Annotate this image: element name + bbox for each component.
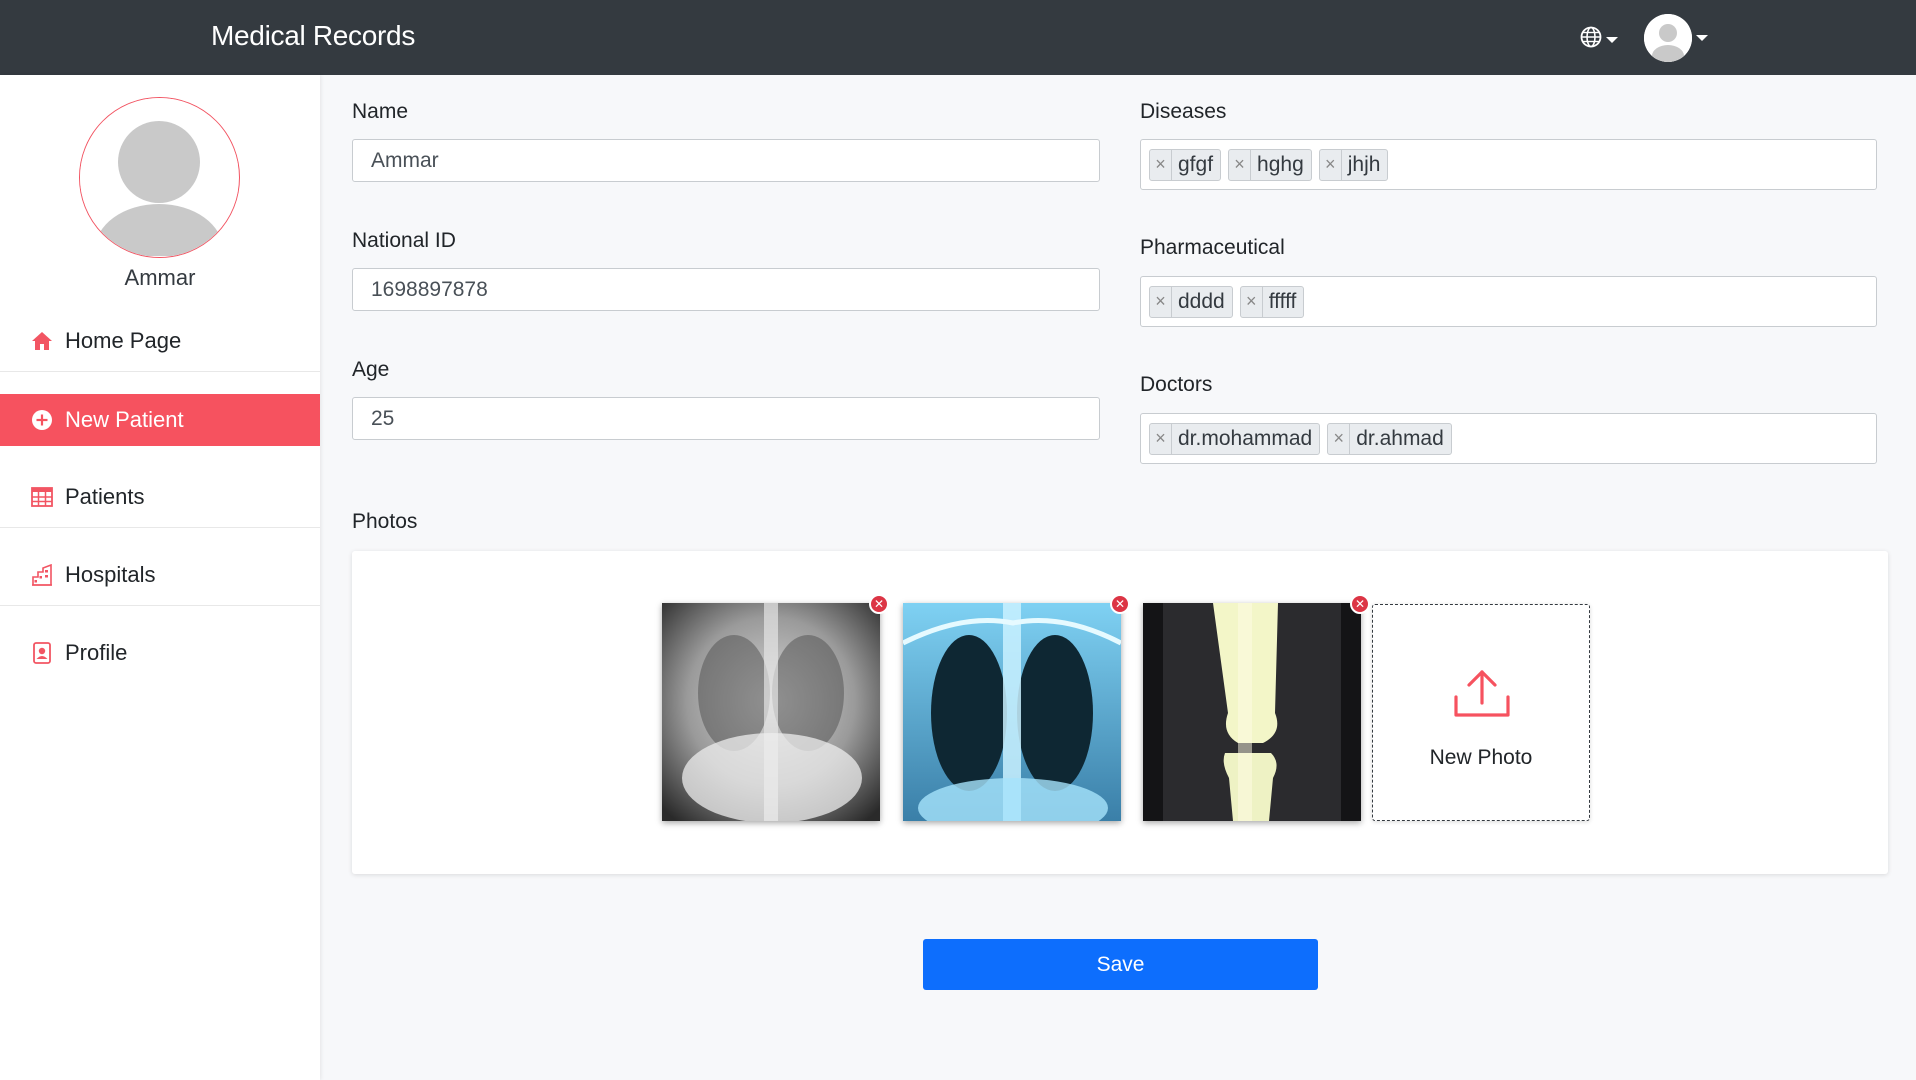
age-label: Age [352, 358, 390, 381]
sidebar-item-label: Home Page [65, 327, 182, 353]
age-value: 25 [371, 406, 395, 430]
remove-photo-icon[interactable]: ✕ [1110, 594, 1130, 614]
doctor-tag: × dr.ahmad [1327, 422, 1452, 455]
upload-icon [1454, 670, 1510, 717]
sidebar-item-label: Patients [65, 483, 145, 509]
photo-thumbnail[interactable]: ✕ [903, 594, 1130, 821]
disease-tag: × gfgf [1149, 148, 1222, 181]
language-dropdown[interactable] [1580, 26, 1618, 53]
diseases-tag-input[interactable]: × gfgf × hghg × jhjh [1140, 139, 1877, 190]
knee-xray-image [1143, 603, 1361, 821]
profile-avatar [79, 97, 240, 258]
profile-badge-icon [30, 641, 54, 665]
app-brand[interactable]: Medical Records [211, 20, 415, 52]
new-photo-label: New Photo [1429, 746, 1533, 769]
user-avatar [1644, 14, 1692, 62]
new-photo-upload[interactable]: New Photo [1372, 604, 1590, 821]
close-icon[interactable]: × [1150, 423, 1172, 454]
photo-thumbnail[interactable]: ✕ [1143, 594, 1370, 821]
national-id-input[interactable]: 1698897878 [352, 268, 1100, 311]
national-id-value: 1698897878 [371, 277, 488, 301]
remove-photo-icon[interactable]: ✕ [1350, 594, 1370, 614]
photo-thumbnail[interactable]: ✕ [662, 594, 889, 821]
close-icon[interactable]: × [1229, 149, 1252, 180]
disease-tag: × hghg [1228, 148, 1312, 181]
sidebar-item-hospitals[interactable]: Hospitals [0, 544, 320, 606]
name-value: Ammar [371, 148, 439, 172]
sidebar-item-label: Hospitals [65, 561, 156, 587]
doctors-label: Doctors [1140, 373, 1213, 396]
pharmaceutical-tag: × dddd [1149, 285, 1233, 318]
sidebar-item-home-page[interactable]: Home Page [0, 310, 320, 372]
table-icon [30, 485, 54, 509]
pharmaceutical-tag-input[interactable]: × dddd × fffff [1140, 276, 1877, 327]
name-input[interactable]: Ammar [352, 139, 1100, 182]
sidebar-username: Ammar [124, 265, 196, 290]
chest-xray-image [662, 603, 880, 821]
sidebar: Ammar Home Page New Patient Patients Hos… [0, 75, 320, 1080]
remove-photo-icon[interactable]: ✕ [869, 594, 889, 614]
building-icon [30, 563, 54, 587]
pharmaceutical-tag: × fffff [1239, 285, 1305, 318]
disease-tag: × jhjh [1318, 148, 1389, 181]
pharmaceutical-label: Pharmaceutical [1140, 236, 1285, 259]
close-icon[interactable]: × [1320, 149, 1342, 180]
age-input[interactable]: 25 [352, 397, 1100, 440]
save-button[interactable]: Save [923, 939, 1318, 990]
plus-circle-icon [30, 408, 54, 432]
top-navbar: Medical Records [0, 0, 1916, 75]
sidebar-item-new-patient[interactable]: New Patient [0, 394, 320, 446]
name-label: Name [352, 100, 409, 123]
user-menu-dropdown[interactable] [1644, 14, 1708, 62]
sidebar-item-profile[interactable]: Profile [0, 622, 320, 684]
close-icon[interactable]: × [1150, 286, 1172, 317]
doctor-tag: × dr.mohammad [1149, 422, 1321, 455]
sidebar-item-patients[interactable]: Patients [0, 466, 320, 528]
globe-icon [1580, 26, 1602, 53]
doctors-tag-input[interactable]: × dr.mohammad × dr.ahmad [1140, 413, 1877, 464]
national-id-label: National ID [352, 229, 456, 252]
sidebar-item-label: Profile [65, 640, 128, 665]
photos-label: Photos [352, 510, 418, 533]
sidebar-item-label: New Patient [65, 407, 184, 432]
home-icon [30, 329, 54, 353]
close-icon[interactable]: × [1150, 149, 1172, 180]
diseases-label: Diseases [1140, 100, 1227, 123]
chest-xray-image [903, 603, 1121, 821]
chevron-down-icon [1606, 36, 1618, 43]
close-icon[interactable]: × [1328, 423, 1351, 454]
close-icon[interactable]: × [1241, 286, 1263, 317]
chevron-down-icon [1696, 35, 1708, 41]
